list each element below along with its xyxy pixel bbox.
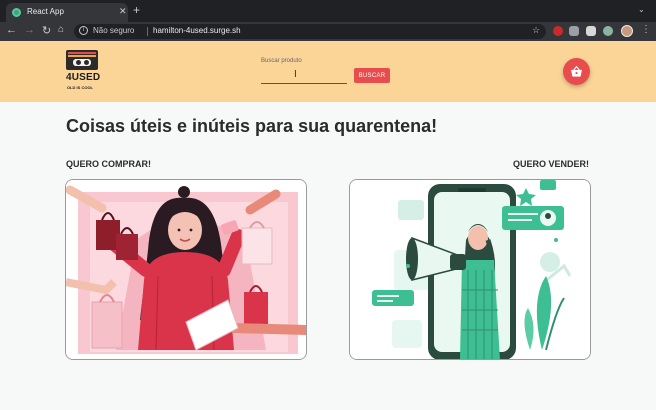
browser-tabbar: React App ✕ + ⌄ — [0, 0, 656, 22]
info-icon[interactable]: i — [79, 26, 88, 35]
forward-icon[interactable]: → — [24, 24, 35, 36]
brand-name: 4USED — [66, 72, 101, 83]
site-logo[interactable]: 4USED OLD IS COOL — [66, 50, 101, 94]
cart-button[interactable] — [563, 58, 590, 85]
home-icon[interactable]: ⌂ — [58, 24, 64, 35]
text-cursor-icon: I — [294, 69, 297, 80]
selling-woman-phone-illustration — [350, 180, 590, 359]
sell-card[interactable] — [349, 179, 591, 360]
security-status: Não seguro — [93, 26, 135, 35]
cassette-logo-icon — [66, 50, 98, 70]
address-divider — [147, 27, 148, 36]
page-title: Coisas úteis e inúteis para sua quarente… — [66, 116, 438, 136]
extension-leaf-icon[interactable] — [603, 26, 613, 36]
sell-section-title: QUERO VENDER! — [513, 159, 590, 169]
extension-red-icon[interactable] — [553, 26, 563, 36]
tab-title: React App — [27, 7, 64, 16]
profile-avatar[interactable] — [621, 25, 633, 37]
search-input[interactable] — [261, 69, 347, 84]
extension-puzzle-icon[interactable] — [569, 26, 579, 36]
extension-screen-icon[interactable] — [586, 26, 596, 36]
url-text[interactable]: hamilton-4used.surge.sh — [153, 26, 241, 35]
search-label: Buscar produto — [261, 58, 302, 64]
browser-toolbar: ← → ↻ ⌂ i Não seguro hamilton-4used.surg… — [0, 22, 656, 41]
tab-close-icon[interactable]: ✕ — [119, 6, 127, 17]
brand-tagline: OLD IS COOL — [67, 85, 93, 90]
address-bar[interactable]: i Não seguro hamilton-4used.surge.sh ☆ — [74, 24, 546, 39]
search-button[interactable]: BUSCAR — [354, 68, 390, 83]
site-header: 4USED OLD IS COOL Buscar produto I BUSCA… — [0, 41, 656, 102]
new-tab-button[interactable]: + — [133, 3, 140, 17]
bookmark-star-icon[interactable]: ☆ — [532, 25, 540, 36]
browser-tab[interactable]: React App ✕ — [6, 3, 128, 22]
shopping-basket-icon — [571, 65, 582, 77]
reload-icon[interactable]: ↻ — [42, 24, 51, 37]
tab-search-chevron-icon[interactable]: ⌄ — [638, 5, 645, 14]
buy-card[interactable] — [65, 179, 307, 360]
back-icon[interactable]: ← — [6, 24, 17, 36]
buy-section-title: QUERO COMPRAR! — [66, 159, 151, 169]
shopping-woman-illustration — [66, 180, 306, 359]
react-favicon-icon — [12, 8, 21, 17]
browser-menu-icon[interactable]: ⋮ — [641, 24, 651, 35]
